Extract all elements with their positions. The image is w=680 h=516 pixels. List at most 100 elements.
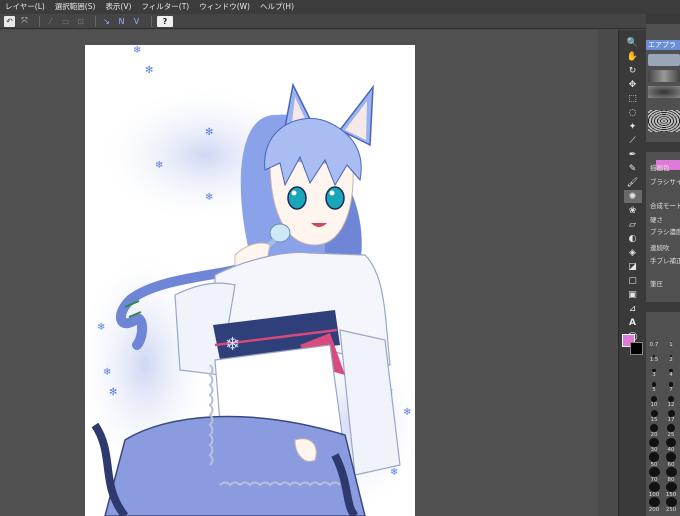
brush-size-cell[interactable]: 20 <box>646 422 662 438</box>
brush-size-cell[interactable]: 30 <box>646 437 662 453</box>
brush-size-cell[interactable]: 15 <box>646 407 662 423</box>
brush-size-dot <box>665 482 677 492</box>
brush-size-cell[interactable]: 4 <box>663 362 679 378</box>
move-icon[interactable]: ✥ <box>624 78 642 91</box>
brush-size-cell[interactable]: 150 <box>663 482 679 498</box>
canvas-area[interactable]: ❄✻❄ ❄❄❄ ❄✻❄ ❄❄❄ ❄❄✻ <box>0 30 618 516</box>
brush-size-dot <box>648 497 660 507</box>
brush-size-dot <box>649 423 659 432</box>
menu-bar: レイヤー(L) 選択範囲(S) 表示(V) フィルター(T) ウィンドウ(W) … <box>0 0 680 15</box>
sub-color-swatch[interactable] <box>630 342 643 355</box>
brush-size-cell[interactable]: 250 <box>663 497 679 513</box>
menu-filter[interactable]: フィルター(T) <box>136 0 194 14</box>
canvas-scroll-area[interactable] <box>598 30 618 516</box>
artwork-illustration: ❄✻❄ ❄❄❄ ❄✻❄ ❄❄❄ ❄❄✻ <box>85 45 415 516</box>
rotate-icon[interactable]: ↻ <box>624 64 642 77</box>
brush-size-dot <box>667 410 675 417</box>
help-button[interactable]: ? <box>157 15 173 27</box>
brush-size-cell[interactable]: 70 <box>646 467 662 483</box>
selection-icon[interactable]: ⬚ <box>624 92 642 105</box>
svg-text:✻: ✻ <box>205 127 213 138</box>
brush-size-number: 250 <box>665 507 677 513</box>
hand-icon[interactable]: ✋ <box>624 50 642 63</box>
eraser-icon[interactable]: ▱ <box>624 218 642 231</box>
menu-layer[interactable]: レイヤー(L) <box>0 0 50 14</box>
sub-tool-panel: エアブラ 描画色 ブラシサイズ 合成モード 硬さ ブラシ濃度 連続吹 手ブレ補正… <box>646 14 680 516</box>
brush-size-cell[interactable]: 60 <box>663 452 679 468</box>
decoration-icon[interactable]: ❀ <box>624 204 642 217</box>
tool-palette: 🔍 ✋ ↻ ✥ ⬚ ◌ ✦ ⟋ ✒ ✎ 🖌 ✺ ❀ ▱ ◐ ◈ ◪ ▢ ▣ ⊿ … <box>618 30 647 516</box>
snap-special-icon[interactable]: Ⅴ <box>131 16 142 27</box>
eyedropper-icon[interactable]: ⟋ <box>624 134 642 147</box>
wand-icon[interactable]: ✦ <box>624 120 642 133</box>
frame-icon[interactable]: ▣ <box>624 288 642 301</box>
text-icon[interactable]: A <box>624 316 642 329</box>
svg-text:❄: ❄ <box>103 367 111 378</box>
brush-size-dot <box>648 482 660 492</box>
brush-size-cell[interactable]: 80 <box>663 467 679 483</box>
clear-selection-icon[interactable]: ⁄ <box>45 16 56 27</box>
brush-size-cell[interactable]: 3 <box>646 362 662 378</box>
command-bar: ↶ ⤧ ⁄ ▭ ⊡ ↘ N Ⅴ ? <box>0 14 680 29</box>
toolbar-divider <box>39 15 40 27</box>
undo-icon[interactable]: ↶ <box>4 15 15 27</box>
brush-preview-1[interactable] <box>648 54 680 66</box>
brush-size-cell[interactable]: 5 <box>646 377 662 393</box>
brush-size-cell[interactable]: 200 <box>646 497 662 513</box>
brush-size-cell[interactable]: 17 <box>663 407 679 423</box>
brush-size-dot <box>665 467 677 477</box>
pressure-label: 筆圧 <box>650 280 663 288</box>
brush-icon[interactable]: 🖌 <box>624 176 642 189</box>
ruler-tool-icon[interactable]: ⊿ <box>624 302 642 315</box>
menu-help[interactable]: ヘルプ(H) <box>255 0 299 14</box>
continuous-spray-checkbox[interactable]: 連続吹 <box>650 242 680 252</box>
figure-icon[interactable]: ▢ <box>624 274 642 287</box>
hardness-label: 硬さ <box>650 216 663 224</box>
brush-preview-2[interactable] <box>648 70 680 82</box>
svg-text:❄: ❄ <box>97 322 105 333</box>
svg-text:❄: ❄ <box>133 45 141 56</box>
menu-view[interactable]: 表示(V) <box>100 0 136 14</box>
blend-icon[interactable]: ◐ <box>624 232 642 245</box>
brush-size-cell[interactable]: 0.7 <box>646 332 662 348</box>
tool-property-tab[interactable] <box>646 142 680 152</box>
brush-size-cell[interactable]: 12 <box>663 392 679 408</box>
brush-size-cell[interactable]: 100 <box>646 482 662 498</box>
brush-size-cell[interactable]: 2 <box>663 347 679 363</box>
blend-mode-label: 合成モード <box>650 202 680 210</box>
canvas-paper[interactable]: ❄✻❄ ❄❄❄ ❄✻❄ ❄❄❄ ❄❄✻ <box>85 45 415 516</box>
crop-icon[interactable]: ⊡ <box>75 16 86 27</box>
brush-size-cell[interactable]: 1 <box>663 332 679 348</box>
zoom-icon[interactable]: 🔍 <box>624 36 642 49</box>
menu-selection[interactable]: 選択範囲(S) <box>50 0 101 14</box>
brush-size-tab[interactable] <box>646 302 680 312</box>
brush-size-dot <box>648 452 660 462</box>
brush-size-cell[interactable]: 50 <box>646 452 662 468</box>
brush-preview-4[interactable] <box>648 110 680 132</box>
ruler-icon[interactable]: ↘ <box>101 16 112 27</box>
snap-icon[interactable]: N <box>116 16 127 27</box>
airbrush-tab[interactable]: エアブラ <box>646 40 680 50</box>
brush-size-dot <box>650 410 658 417</box>
fill-icon[interactable]: ◈ <box>624 246 642 259</box>
gradient-icon[interactable]: ◪ <box>624 260 642 273</box>
lasso-icon[interactable]: ◌ <box>624 106 642 119</box>
menu-window[interactable]: ウィンドウ(W) <box>194 0 255 14</box>
brush-size-dot <box>665 497 677 507</box>
brush-preview-3[interactable] <box>648 86 680 98</box>
brush-size-cell[interactable]: 7 <box>663 377 679 393</box>
transform-icon[interactable]: ⤧ <box>19 16 30 27</box>
brush-size-cell[interactable]: 10 <box>646 392 662 408</box>
brush-size-cell[interactable]: 40 <box>663 437 679 453</box>
brush-size-cell[interactable]: 25 <box>663 422 679 438</box>
brush-size-dot <box>666 423 676 432</box>
svg-text:❄: ❄ <box>155 160 163 171</box>
density-label: ブラシ濃度 <box>650 228 680 236</box>
brush-size-cell[interactable]: 1.5 <box>646 347 662 363</box>
svg-text:❄: ❄ <box>390 467 398 478</box>
svg-text:❄: ❄ <box>403 407 411 418</box>
invert-selection-icon[interactable]: ▭ <box>60 16 71 27</box>
pencil-icon[interactable]: ✎ <box>624 162 642 175</box>
airbrush-icon[interactable]: ✺ <box>623 190 642 203</box>
pen-icon[interactable]: ✒ <box>624 148 642 161</box>
